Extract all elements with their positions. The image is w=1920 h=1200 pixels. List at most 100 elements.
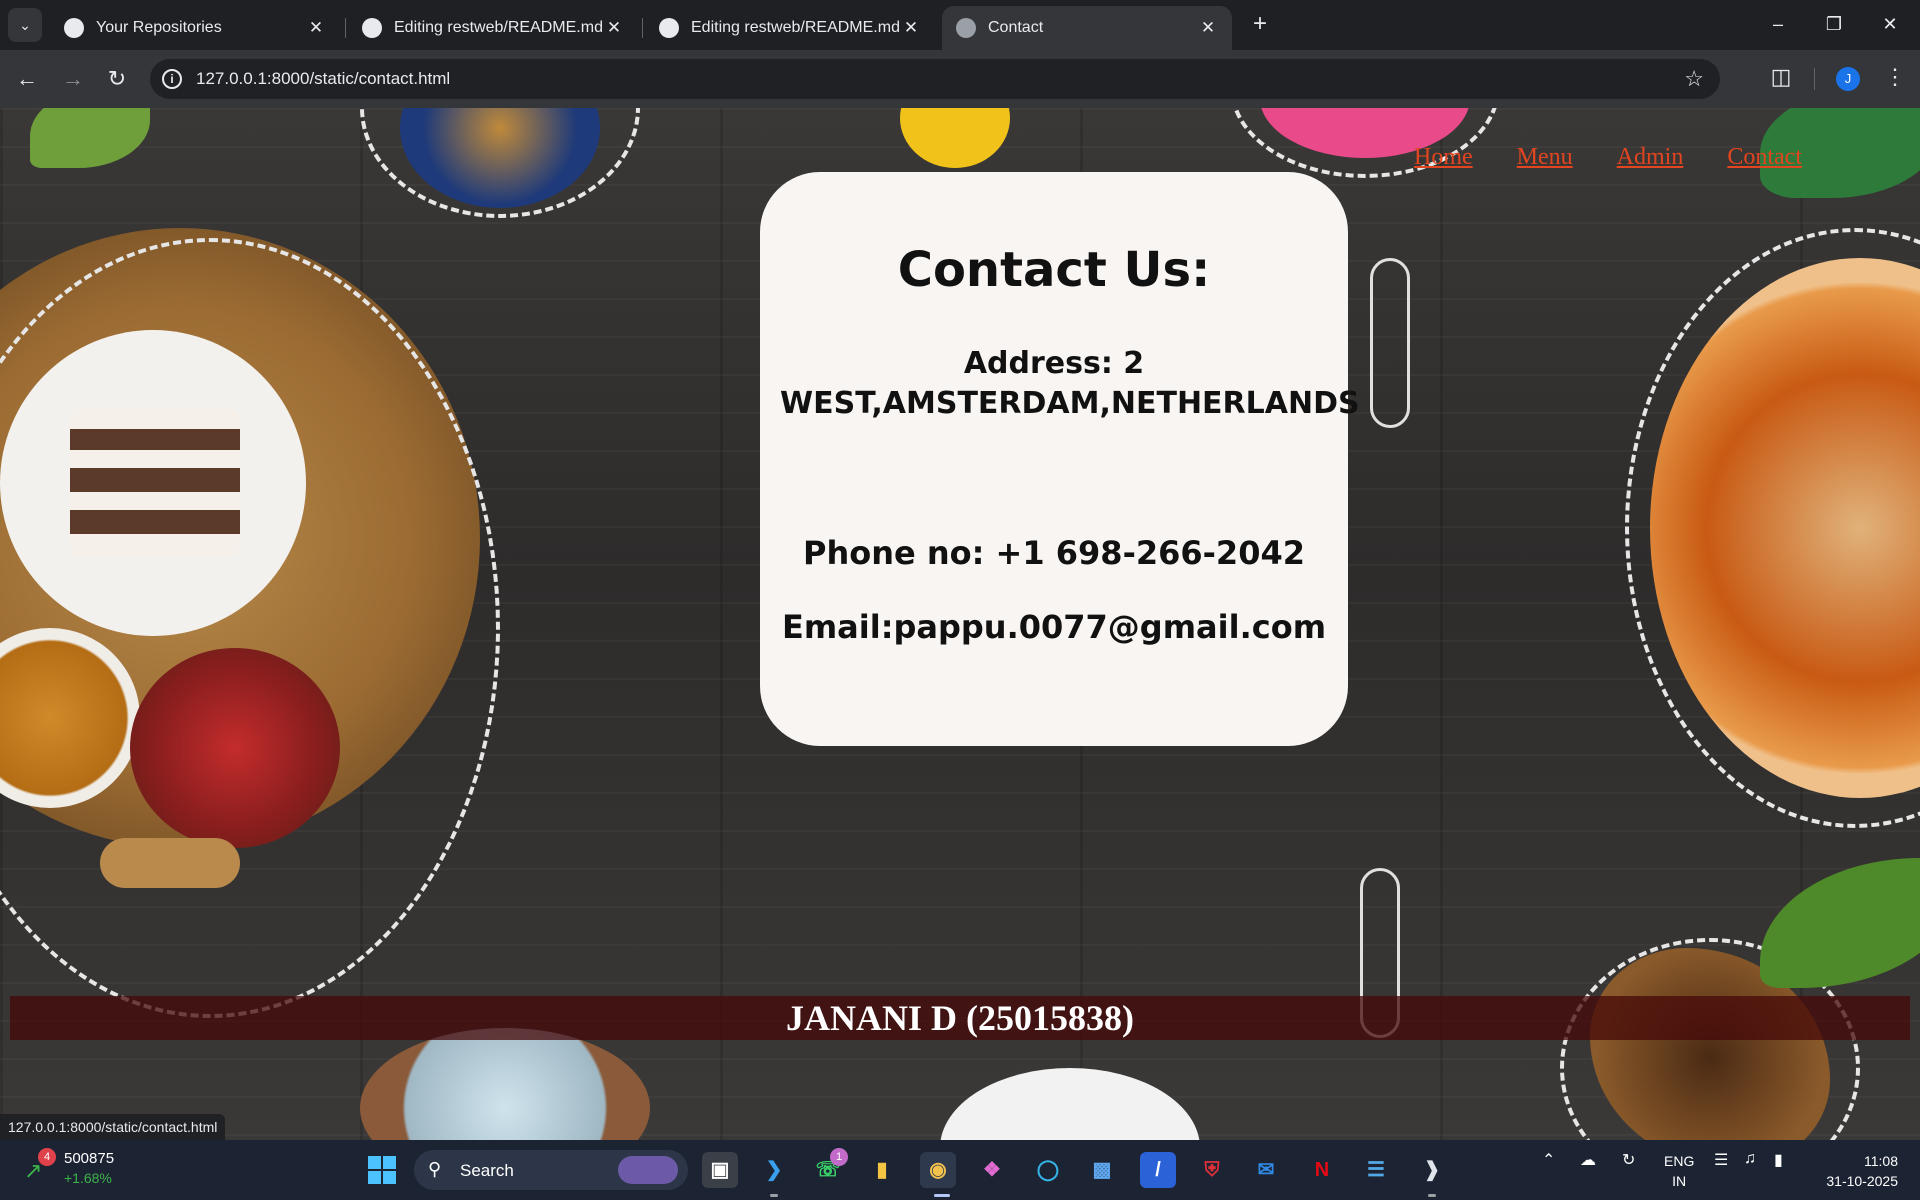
contact-card: Contact Us: Address: 2 WEST,AMSTERDAM,NE… — [760, 172, 1360, 746]
fern-leaf-image — [1760, 858, 1920, 988]
clock-date: 31-10-2025 — [1826, 1173, 1898, 1189]
terminal-icon[interactable]: ❱ — [1414, 1152, 1450, 1188]
tab-search-button[interactable]: ⌄ — [8, 8, 42, 42]
tab-contact[interactable]: Contact ✕ — [942, 6, 1232, 50]
chrome-icon[interactable]: ◉ — [920, 1152, 956, 1188]
stock-change: +1.68% — [64, 1170, 112, 1186]
tab-title: Editing restweb/README.md at — [394, 19, 604, 36]
active-indicator — [934, 1194, 950, 1197]
browser-toolbar: ← → ↻ i 127.0.0.1:8000/static/contact.ht… — [0, 50, 1920, 108]
tab-title: Your Repositories — [96, 19, 222, 36]
close-icon[interactable]: ✕ — [604, 18, 624, 38]
contact-heading: Contact Us: — [897, 242, 1211, 298]
leaf-image — [30, 108, 150, 168]
address-bar[interactable]: i 127.0.0.1:8000/static/contact.html ☆ — [150, 59, 1720, 99]
plate-image — [940, 1068, 1200, 1140]
task-view-icon[interactable]: ▣ — [702, 1152, 738, 1188]
sync-icon[interactable]: ↻ — [1622, 1150, 1635, 1170]
store-icon[interactable]: ▩ — [1084, 1152, 1120, 1188]
system-clock[interactable]: 11:08 31-10-2025 — [1814, 1151, 1898, 1191]
reload-icon: ↻ — [107, 66, 127, 91]
lemon-image — [900, 108, 1010, 168]
minimize-icon: – — [1772, 14, 1783, 34]
nav-link-admin[interactable]: Admin — [1617, 144, 1684, 171]
url-text[interactable]: 127.0.0.1:8000/static/contact.html — [196, 69, 450, 89]
volume-icon[interactable]: ♫ — [1744, 1150, 1756, 1168]
search-highlight-image — [618, 1156, 678, 1184]
github-icon — [64, 18, 84, 38]
netflix-icon[interactable]: N — [1304, 1152, 1340, 1188]
status-bar-url: 127.0.0.1:8000/static/contact.html — [0, 1114, 226, 1140]
notepad-icon[interactable]: ☰ — [1358, 1152, 1394, 1188]
dashed-outline — [360, 108, 640, 218]
onedrive-icon[interactable]: ☁ — [1580, 1150, 1596, 1170]
search-label: Search — [460, 1161, 514, 1180]
windows-logo-tile — [383, 1156, 396, 1169]
bookmark-star-icon[interactable]: ☆ — [1684, 66, 1704, 92]
region-code: IN — [1672, 1173, 1687, 1189]
stock-value: 500875 — [64, 1150, 115, 1167]
restore-button[interactable]: ❐ — [1814, 8, 1854, 40]
nav-link-menu[interactable]: Menu — [1517, 144, 1573, 171]
edge-icon[interactable]: ◯ — [1030, 1152, 1066, 1188]
wifi-icon[interactable]: ☰ — [1714, 1150, 1728, 1170]
close-icon[interactable]: ✕ — [1198, 18, 1218, 38]
tab-title: Editing restweb/README.md at — [691, 19, 901, 36]
plus-icon: + — [1252, 10, 1267, 37]
minimize-button[interactable]: – — [1758, 8, 1798, 40]
github-icon — [659, 18, 679, 38]
forward-button[interactable]: → — [56, 62, 90, 96]
restore-icon: ❐ — [1825, 14, 1843, 34]
tab-editing-readme-1[interactable]: Editing restweb/README.md at ✕ — [348, 6, 638, 50]
contact-address: Address: 2 WEST,AMSTERDAM,NETHERLANDS — [780, 346, 1360, 421]
tab-separator — [345, 18, 346, 38]
start-button[interactable] — [368, 1156, 396, 1184]
outlook-icon[interactable]: ✉ — [1248, 1152, 1284, 1188]
extensions-icon[interactable]: ◫ — [1766, 64, 1796, 90]
tab-editing-readme-2[interactable]: Editing restweb/README.md at ✕ — [645, 6, 935, 50]
tab-your-repositories[interactable]: Your Repositories ✕ — [50, 6, 340, 50]
new-tab-button[interactable]: + — [1245, 10, 1275, 40]
profile-avatar[interactable]: J — [1836, 67, 1860, 91]
arrow-left-icon: ← — [16, 66, 38, 91]
windows-logo-tile — [383, 1171, 396, 1184]
arrow-right-icon: → — [62, 66, 84, 91]
page-viewport: Home Menu Admin Contact Contact Us: Addr… — [0, 108, 1920, 1140]
footer-text: JANANI D (25015838) — [786, 998, 1134, 1038]
dashed-outline — [0, 238, 500, 1018]
app-icon[interactable]: / — [1140, 1152, 1176, 1188]
bowl-image — [360, 1028, 650, 1140]
chevron-up-icon[interactable]: ⌃ — [1542, 1150, 1555, 1170]
reload-button[interactable]: ↻ — [100, 62, 134, 96]
tab-strip: ⌄ Your Repositories ✕ Editing restweb/RE… — [0, 0, 1920, 50]
copilot-icon[interactable]: ❖ — [974, 1152, 1010, 1188]
close-icon[interactable]: ✕ — [306, 18, 326, 38]
language-code: ENG — [1664, 1153, 1695, 1169]
site-nav: Home Menu Admin Contact — [1414, 144, 1802, 171]
nav-link-contact[interactable]: Contact — [1727, 144, 1802, 171]
taskbar: ↗ 4 500875 +1.68% ⚲ Search ▣ ❯ ☏ ▮ ◉ ❖ ◯… — [0, 1140, 1920, 1200]
vscode-icon[interactable]: ❯ — [756, 1152, 792, 1188]
globe-icon — [956, 18, 976, 38]
taskbar-search[interactable]: ⚲ Search — [414, 1150, 688, 1190]
dashed-outline — [1625, 228, 1920, 828]
file-explorer-icon[interactable]: ▮ — [864, 1152, 900, 1188]
battery-icon[interactable]: ▮ — [1774, 1150, 1783, 1170]
running-indicator — [1428, 1194, 1436, 1197]
language-indicator[interactable]: ENG IN — [1664, 1151, 1694, 1191]
close-icon[interactable]: ✕ — [901, 18, 921, 38]
close-window-button[interactable]: ✕ — [1870, 8, 1910, 40]
back-button[interactable]: ← — [10, 62, 44, 96]
github-icon — [362, 18, 382, 38]
whatsapp-badge: 1 — [830, 1148, 848, 1166]
tab-title: Contact — [988, 19, 1044, 36]
stock-badge: 4 — [38, 1148, 56, 1166]
nav-link-home[interactable]: Home — [1414, 144, 1473, 171]
chevron-down-icon: ⌄ — [19, 16, 31, 33]
mcafee-icon[interactable]: ⛨ — [1194, 1152, 1230, 1188]
site-info-icon[interactable]: i — [162, 69, 182, 89]
footer-bar: JANANI D (25015838) — [10, 996, 1910, 1040]
clock-time: 11:08 — [1864, 1153, 1898, 1169]
search-icon: ⚲ — [428, 1159, 442, 1179]
menu-kebab-icon[interactable]: ⋮ — [1880, 64, 1910, 90]
